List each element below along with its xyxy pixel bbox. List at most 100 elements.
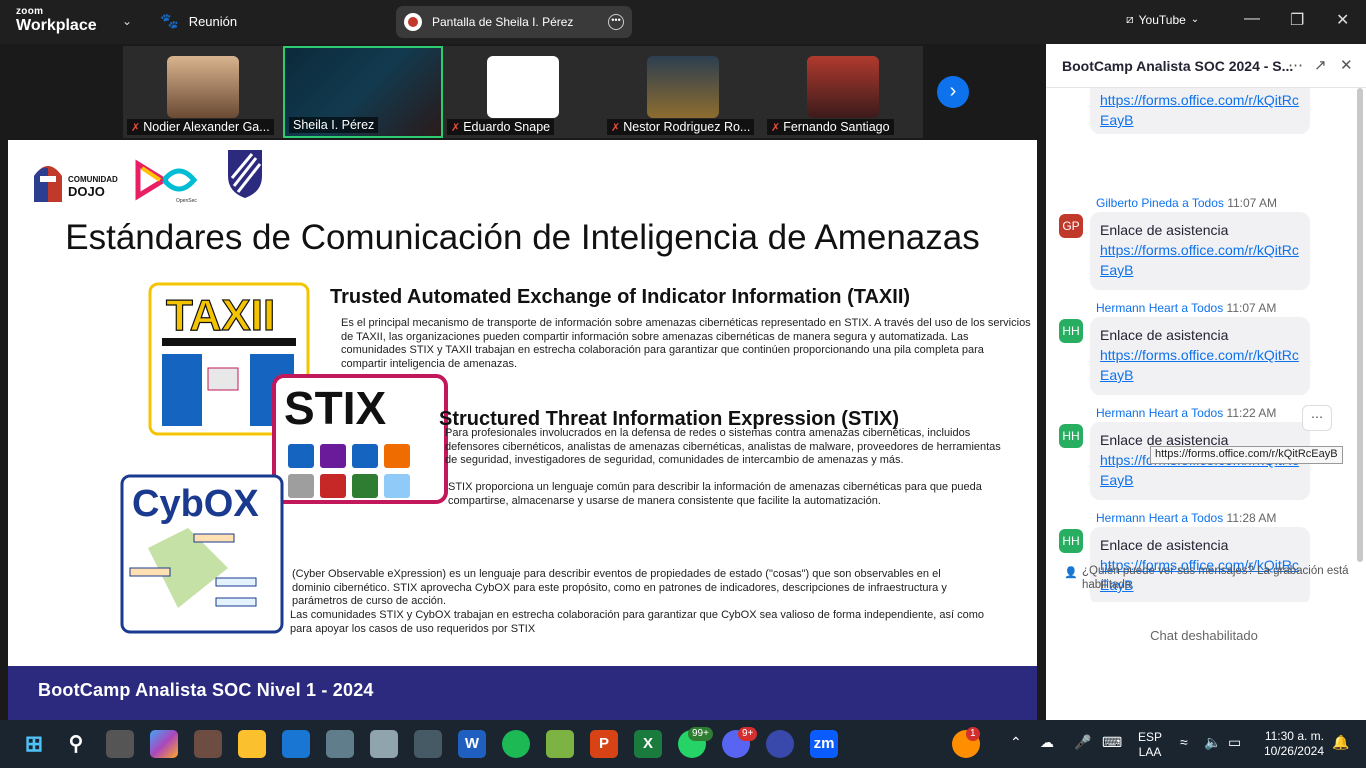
more-options-icon[interactable]: ⋯ — [1288, 56, 1303, 74]
presenter-avatar-icon — [404, 13, 422, 31]
sender-avatar: HH — [1059, 424, 1083, 448]
meeting-label: Reunión — [188, 13, 238, 29]
meeting-paw-icon: 🐾 — [160, 13, 179, 30]
weather-badge: 1 — [966, 727, 980, 741]
youtube-stream-button[interactable]: ⧄ YouTube ⌄ — [1126, 12, 1199, 27]
taxii-paragraph: Es el principal mecanismo de transporte … — [341, 317, 1031, 370]
chat-scrollbar[interactable] — [1357, 88, 1363, 562]
task-view-icon[interactable] — [106, 730, 134, 758]
cybox-paragraph-2: Las comunidades STIX y CybOX trabajan en… — [290, 609, 985, 635]
youtube-label: YouTube — [1138, 12, 1186, 27]
app-icon[interactable] — [766, 730, 794, 758]
participant-name: ✗ Fernando Santiago — [767, 119, 894, 135]
close-icon[interactable]: ✕ — [1336, 10, 1349, 30]
close-chat-icon[interactable]: ✕ — [1340, 56, 1353, 74]
chat-header: BootCamp Analista SOC 2024 - S... ⋯ ↗ ✕ — [1046, 44, 1366, 88]
windows-start-icon[interactable]: ⊞ — [20, 730, 48, 758]
chevron-down-icon[interactable]: ⌄ — [122, 14, 132, 28]
message-bubble: Enlace de asistencia https://forms.offic… — [1090, 317, 1310, 395]
participant-tile[interactable]: ✗ Nodier Alexander Ga... — [123, 46, 283, 138]
notepad-icon[interactable] — [546, 730, 574, 758]
participant-avatar — [487, 56, 559, 118]
mic-muted-icon: ✗ — [771, 122, 781, 134]
message-text: Enlace de asistencia — [1100, 327, 1229, 343]
slide-footer: BootCamp Analista SOC Nivel 1 - 2024 — [8, 666, 1037, 720]
participant-tile-active-speaker[interactable]: Sheila I. Pérez — [283, 46, 443, 138]
file-explorer-icon[interactable] — [238, 730, 266, 758]
message-sender: Hermann Heart a Todos 11:22 AM — [1096, 406, 1277, 420]
volume-icon[interactable]: 🔈 — [1204, 734, 1221, 751]
microsoft-store-icon[interactable] — [282, 730, 310, 758]
chat-title: BootCamp Analista SOC 2024 - S... — [1062, 58, 1294, 74]
svg-text:TAXII: TAXII — [166, 291, 275, 340]
title-bar: zoom Workplace ⌄ 🐾 Reunión Pantalla de S… — [0, 0, 1366, 44]
chat-messages: https://forms.office.com/r/kQitRcEayB Gi… — [1046, 88, 1366, 602]
share-label: Pantalla de Sheila I. Pérez — [432, 15, 574, 29]
meeting-info-button[interactable]: 🐾 Reunión — [160, 12, 237, 30]
opensec-logo: OpenSec — [135, 159, 197, 204]
app-icon[interactable] — [414, 730, 442, 758]
chat-panel: BootCamp Analista SOC 2024 - S... ⋯ ↗ ✕ … — [1046, 44, 1366, 720]
participant-name: Sheila I. Pérez — [289, 117, 379, 133]
live-stream-icon: ⧄ — [1126, 12, 1134, 26]
calculator-icon[interactable] — [326, 730, 354, 758]
link-tooltip: https://forms.office.com/r/kQitRcEayB — [1150, 446, 1343, 464]
whatsapp-badge: 99+ — [688, 727, 713, 741]
minimize-icon[interactable]: — — [1244, 10, 1260, 28]
word-icon[interactable]: W — [458, 730, 486, 758]
browser-icon[interactable] — [194, 730, 222, 758]
user-info-icon: 👤 — [1064, 567, 1078, 579]
chevron-up-icon[interactable]: ⌃ — [1010, 734, 1022, 751]
photos-icon[interactable] — [370, 730, 398, 758]
powerpoint-icon[interactable]: P — [590, 730, 618, 758]
notification-bell-icon[interactable]: 🔔 — [1332, 734, 1349, 751]
svg-text:DOJO: DOJO — [68, 184, 105, 199]
svg-text:STIX: STIX — [284, 382, 387, 434]
svg-text:COMUNIDAD: COMUNIDAD — [68, 175, 118, 184]
participant-name: ✗ Nestor Rodriguez Ro... — [607, 119, 755, 135]
wifi-icon[interactable]: ≈ — [1180, 734, 1188, 750]
spotify-icon[interactable] — [502, 730, 530, 758]
copilot-icon[interactable] — [150, 730, 178, 758]
participant-tile[interactable]: ✗ Nestor Rodriguez Ro... — [603, 46, 763, 138]
sender-avatar: HH — [1059, 529, 1083, 553]
participant-name: ✗ Nodier Alexander Ga... — [127, 119, 274, 135]
mic-muted-icon: ✗ — [131, 122, 141, 134]
message-text: Enlace de asistencia — [1100, 537, 1229, 553]
microphone-icon[interactable]: 🎤 — [1074, 734, 1091, 751]
next-participants-button[interactable]: › — [937, 76, 969, 108]
participant-tile[interactable]: ✗ Eduardo Snape — [443, 46, 603, 138]
message-link[interactable]: https://forms.office.com/r/kQitRcEayB — [1100, 242, 1299, 278]
pop-out-icon[interactable]: ↗ — [1314, 56, 1327, 74]
message-sender: Gilberto Pineda a Todos 11:07 AM — [1096, 196, 1278, 210]
shield-logo — [228, 150, 262, 198]
maximize-icon[interactable]: ❐ — [1290, 10, 1304, 30]
mic-muted-icon: ✗ — [451, 122, 461, 134]
excel-icon[interactable]: X — [634, 730, 662, 758]
zoom-icon[interactable]: zm — [810, 730, 838, 758]
share-more-icon[interactable]: ••• — [608, 14, 624, 30]
chat-privacy-notice[interactable]: 👤 ¿Quién puede ver sus mensajes? La grab… — [1064, 564, 1354, 592]
message-link[interactable]: https://forms.office.com/r/kQitRcEayB — [1100, 92, 1299, 128]
clock[interactable]: 11:30 a. m. 10/26/2024 — [1256, 729, 1324, 759]
message-link[interactable]: https://forms.office.com/r/kQitRcEayB — [1100, 347, 1299, 383]
scrollbar-thumb[interactable] — [1357, 88, 1363, 562]
zoom-workplace-menu[interactable]: zoom Workplace — [16, 7, 97, 34]
keyboard-icon[interactable]: ⌨ — [1102, 734, 1122, 751]
svg-text:OpenSec: OpenSec — [176, 198, 197, 204]
battery-icon[interactable]: ▭ — [1228, 734, 1241, 751]
participant-tile[interactable]: ✗ Fernando Santiago — [763, 46, 923, 138]
comunidad-dojo-logo: COMUNIDAD DOJO — [34, 166, 118, 202]
message-bubble: Enlace de asistencia https://forms.offic… — [1090, 212, 1310, 290]
participant-avatar — [647, 56, 719, 118]
language-indicator[interactable]: ESP LAA — [1138, 730, 1162, 760]
onedrive-icon[interactable]: ☁ — [1040, 734, 1054, 751]
clock-date: 10/26/2024 — [1263, 744, 1324, 758]
screen-share-indicator[interactable]: Pantalla de Sheila I. Pérez ••• — [396, 6, 632, 38]
discord-badge: 9+ — [738, 727, 758, 741]
search-icon[interactable]: ⚲ — [62, 730, 90, 758]
windows-taskbar: ⊞ ⚲ W P X 99+ 9+ zm 1 ⌃ ☁ 🎤 ⌨ ESP LAA ≈ … — [0, 720, 1366, 768]
participant-video — [167, 56, 239, 118]
message-more-button[interactable]: ⋯ — [1302, 405, 1332, 431]
slide-title: Estándares de Comunicación de Inteligenc… — [65, 218, 980, 257]
